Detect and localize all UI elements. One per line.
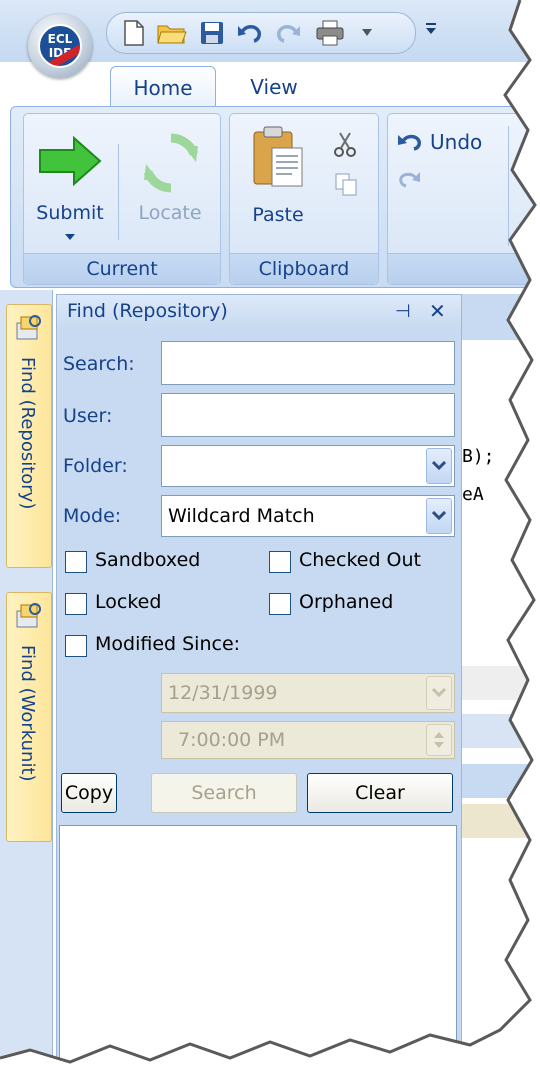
folder-label: Folder: — [63, 455, 128, 477]
redo-icon[interactable] — [273, 19, 303, 47]
find-workunit-icon — [16, 603, 41, 628]
copy-icon[interactable] — [334, 172, 358, 196]
app-window: ECL IDE Home View Submit Locate Current … — [0, 0, 540, 1071]
sandboxed-checkbox[interactable] — [65, 551, 87, 573]
undo-button[interactable]: Undo — [398, 126, 508, 158]
tab-view[interactable]: View — [226, 66, 322, 108]
side-tab-find-workunit-label: Find (Workunit) — [17, 645, 38, 782]
user-label: User: — [63, 405, 113, 427]
orphaned-checkbox[interactable] — [269, 593, 291, 615]
ribbon-group-clipboard: Paste Clipboard — [229, 113, 379, 285]
editor-strip — [460, 764, 540, 798]
undo-icon[interactable] — [235, 19, 265, 47]
print-dropdown-icon[interactable] — [357, 19, 377, 47]
locked-label: Locked — [95, 591, 162, 613]
spinner-arrows-icon — [434, 732, 444, 748]
time-spin-buttons[interactable] — [426, 724, 452, 756]
locate-button[interactable]: Locate — [126, 130, 214, 230]
editor-strip — [460, 714, 540, 748]
submit-button[interactable]: Submit — [30, 130, 110, 250]
ribbon-group-edit: Undo — [387, 113, 540, 285]
user-input[interactable] — [161, 393, 455, 437]
submit-arrow-icon — [39, 136, 102, 186]
customize-quick-access-icon[interactable] — [425, 20, 437, 40]
editor-strip — [460, 804, 540, 838]
ecl-ide-logo: ECL IDE — [38, 24, 82, 68]
submit-dropdown-icon — [65, 234, 75, 240]
clipboard-group-label: Clipboard — [230, 253, 378, 284]
modified-since-checkbox[interactable] — [65, 635, 87, 657]
code-line-2: eA — [462, 484, 484, 505]
undo-arrow-icon — [398, 134, 421, 151]
open-folder-icon[interactable] — [157, 19, 187, 47]
group-divider — [118, 144, 119, 240]
mode-dropdown-button[interactable] — [426, 498, 452, 534]
paste-label: Paste — [252, 204, 304, 226]
current-group-label: Current — [24, 253, 220, 284]
tab-home-label: Home — [133, 76, 193, 100]
redo-button[interactable] — [398, 170, 438, 200]
side-tab-find-workunit[interactable]: Find (Workunit) — [6, 592, 52, 842]
panel-title-bar: Find (Repository) ⊣ ✕ — [57, 295, 461, 329]
locate-refresh-icon — [143, 133, 199, 193]
ribbon: Submit Locate Current Paste Clipboard Un… — [10, 106, 540, 288]
editor-tabstrip — [460, 294, 540, 340]
checked-out-checkbox[interactable] — [269, 551, 291, 573]
paste-button[interactable]: Paste — [236, 124, 320, 234]
copy-button[interactable]: Copy — [61, 773, 117, 813]
ribbon-group-current: Submit Locate Current — [23, 113, 221, 285]
edit-group-label — [388, 253, 540, 284]
modified-date-value: 12/31/1999 — [168, 682, 278, 704]
search-input[interactable] — [161, 341, 455, 385]
side-tab-find-repository[interactable]: Find (Repository) — [6, 304, 52, 568]
pin-icon[interactable]: ⊣ — [395, 301, 411, 322]
redo-arrow-icon — [399, 172, 420, 188]
find-repository-icon — [16, 315, 41, 340]
side-tab-find-repository-label: Find (Repository) — [17, 357, 38, 510]
tab-view-label: View — [250, 75, 298, 99]
quick-access-toolbar — [106, 12, 416, 54]
search-results-list[interactable] — [59, 825, 457, 1070]
modified-time-value: 7:00:00 PM — [178, 729, 286, 751]
submit-label: Submit — [36, 202, 104, 224]
save-icon[interactable] — [197, 19, 227, 47]
chevron-down-icon — [432, 511, 446, 521]
group-divider — [508, 126, 509, 246]
clear-button[interactable]: Clear — [307, 773, 453, 813]
modified-date-picker[interactable]: 12/31/1999 — [161, 673, 455, 713]
logo-line-1: ECL — [47, 32, 73, 46]
search-button[interactable]: Search — [151, 773, 297, 813]
cut-icon[interactable] — [334, 132, 356, 158]
application-button[interactable]: ECL IDE — [28, 14, 92, 78]
tab-home[interactable]: Home — [110, 66, 216, 109]
locate-label: Locate — [138, 202, 202, 224]
mode-label: Mode: — [63, 505, 122, 527]
search-label: Search: — [63, 353, 135, 375]
code-line-1: B); — [462, 446, 495, 467]
chevron-down-icon — [432, 688, 446, 698]
folder-select[interactable] — [161, 445, 455, 487]
mode-select-value: Wildcard Match — [168, 505, 315, 527]
code-editor[interactable]: B); eA — [460, 294, 540, 1071]
find-repository-panel: Find (Repository) ⊣ ✕ Search: User: Fold… — [56, 294, 462, 1071]
folder-dropdown-button[interactable] — [426, 448, 452, 484]
date-dropdown-button[interactable] — [426, 676, 452, 710]
orphaned-label: Orphaned — [299, 591, 394, 613]
ribbon-tab-row: Home View — [96, 62, 540, 109]
print-icon[interactable] — [311, 19, 351, 47]
locked-checkbox[interactable] — [65, 593, 87, 615]
sandboxed-label: Sandboxed — [95, 549, 201, 571]
modified-time-spinner[interactable]: 7:00:00 PM — [161, 721, 455, 759]
chevron-down-icon — [432, 461, 446, 471]
close-icon[interactable]: ✕ — [429, 299, 446, 323]
checked-out-label: Checked Out — [299, 549, 422, 571]
undo-label: Undo — [430, 130, 483, 154]
side-tab-strip: Find (Repository) Find (Workunit) — [0, 290, 53, 1071]
mode-select[interactable]: Wildcard Match — [161, 495, 455, 537]
modified-since-label: Modified Since: — [95, 633, 241, 655]
new-icon[interactable] — [119, 19, 149, 47]
paste-clipboard-icon — [253, 126, 303, 187]
editor-strip — [460, 666, 540, 700]
panel-title: Find (Repository) — [67, 300, 228, 322]
